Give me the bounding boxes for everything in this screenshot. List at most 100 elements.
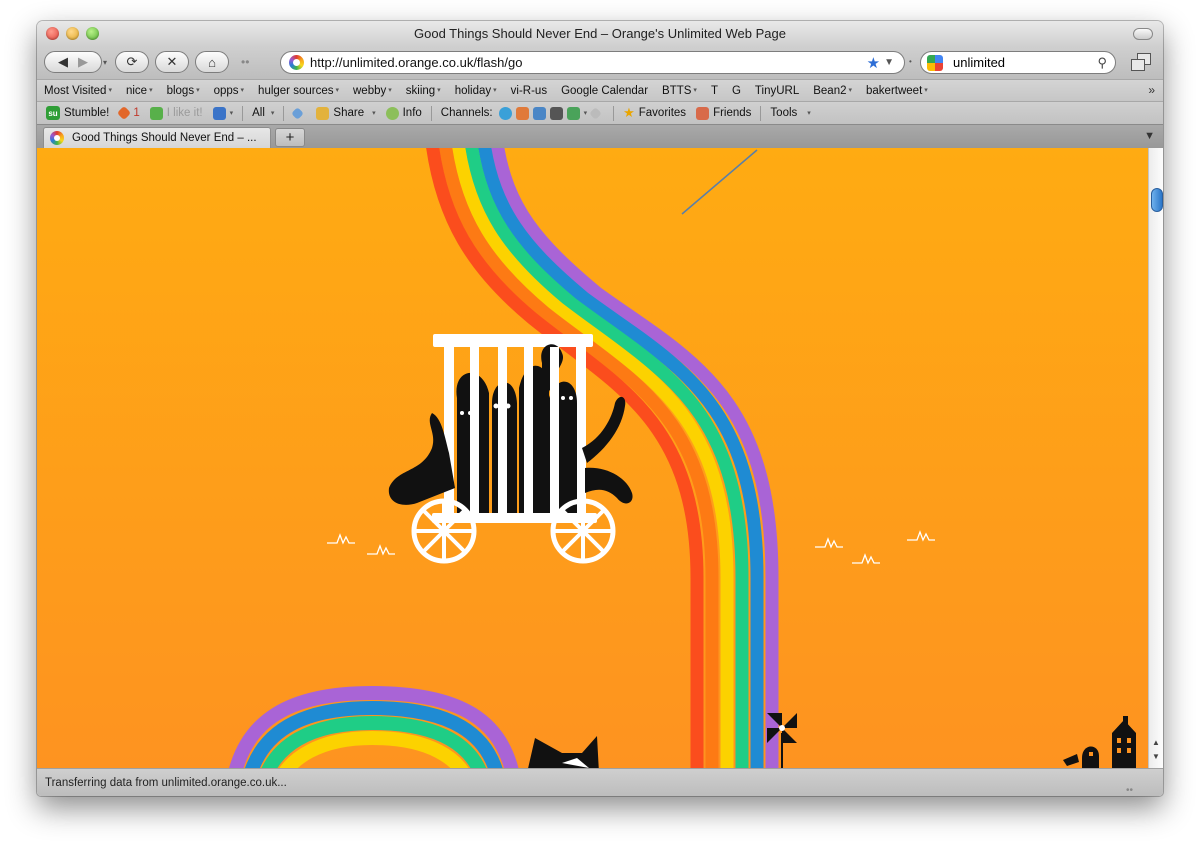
friends-icon — [696, 106, 710, 120]
friends-label: Friends — [713, 107, 752, 119]
share-button[interactable]: Share ▾ — [311, 106, 380, 120]
news-channel-icon[interactable] — [566, 106, 580, 120]
toolbar-separator — [430, 105, 432, 121]
title-bar: Good Things Should Never End – Orange's … — [37, 21, 1163, 47]
share-label: Share — [333, 107, 365, 119]
close-window-button[interactable] — [46, 27, 59, 40]
history-dropdown-icon[interactable]: ▾ — [103, 58, 107, 67]
page-content[interactable]: ▲ ▼ — [37, 148, 1163, 768]
flash-scene[interactable] — [37, 148, 1163, 768]
zoom-window-button[interactable] — [86, 27, 99, 40]
back-forward-button[interactable]: ◀ ▶ — [44, 51, 102, 73]
address-bar[interactable]: http://unlimited.orange.co.uk/flash/go ★… — [280, 51, 905, 74]
window-title: Good Things Should Never End – Orange's … — [414, 26, 786, 41]
tools-dropdown[interactable]: Tools ▾ — [765, 107, 815, 119]
reload-button[interactable]: ⟳ — [115, 51, 149, 73]
search-input[interactable]: unlimited — [953, 55, 1097, 70]
scrollbar-thumb[interactable] — [1151, 188, 1163, 212]
toolbar-toggle-button[interactable] — [1133, 28, 1153, 40]
stumble-button[interactable]: su Stumble! — [37, 106, 114, 120]
video-channel-icon[interactable] — [549, 106, 563, 120]
browser-window: Good Things Should Never End – Orange's … — [37, 21, 1163, 796]
bookmark-folder-dropdown-icon: ▾ — [240, 87, 245, 95]
bookmark-item[interactable]: holiday ▾ — [448, 85, 504, 97]
thumbs-up-icon — [149, 106, 163, 120]
list-all-tabs-icon[interactable]: ▼ — [1144, 130, 1155, 142]
tools-label: Tools — [770, 107, 798, 119]
home-button[interactable]: ⌂ — [195, 51, 229, 73]
all-dropdown-icon: ▾ — [270, 110, 275, 117]
thumbs-counter[interactable]: 1 — [114, 105, 144, 121]
bookmark-item[interactable]: webby ▾ — [346, 85, 399, 97]
search-bar[interactable]: unlimited ⚲ — [920, 51, 1116, 74]
tag-button[interactable] — [288, 106, 311, 120]
bookmark-item[interactable]: vi-R-us — [504, 85, 554, 97]
search-engine-icon[interactable] — [927, 54, 943, 71]
bookmark-item[interactable]: skiing ▾ — [399, 85, 448, 97]
back-arrow-icon[interactable]: ◀ — [58, 54, 68, 70]
bookmarks-toolbar: Most Visited ▾ nice ▾ blogs ▾ opps ▾ hulger sour… — [37, 79, 1163, 101]
bookmark-item[interactable]: TinyURL — [748, 85, 806, 97]
bookmark-item[interactable]: bakertweet ▾ — [859, 85, 935, 97]
like-it-label: I like it! — [166, 107, 203, 119]
stop-button[interactable]: ✕ — [155, 51, 189, 73]
toolbar-separator — [242, 105, 244, 121]
new-tab-button[interactable]: + — [275, 128, 305, 147]
bookmark-label: skiing — [405, 84, 436, 97]
bookmark-star-icon[interactable]: ★ — [867, 54, 880, 72]
toolbar-separator — [613, 105, 615, 121]
all-dropdown[interactable]: All ▾ — [247, 107, 279, 119]
bookmark-item[interactable]: T — [704, 85, 725, 97]
scroll-up-arrow-icon[interactable]: ▲ — [1152, 738, 1160, 747]
info-icon — [385, 106, 399, 120]
tab-view-icon[interactable] — [1131, 53, 1151, 71]
bookmark-item[interactable]: G — [725, 85, 748, 97]
vertical-scrollbar[interactable]: ▲ ▼ — [1148, 148, 1163, 768]
channels-dropdown-icon[interactable]: ▾ — [584, 109, 588, 117]
people-channel-icon[interactable] — [515, 106, 529, 120]
bookmark-item[interactable]: blogs ▾ — [160, 85, 207, 97]
status-bar: Transferring data from unlimited.orange.… — [37, 768, 1163, 796]
thumbs-down-dropdown-icon: ▾ — [229, 110, 234, 117]
window-controls — [46, 27, 99, 40]
search-divider-icon: • — [909, 57, 912, 66]
channel-tag-icon[interactable] — [589, 106, 602, 120]
url-input[interactable]: http://unlimited.orange.co.uk/flash/go — [310, 55, 867, 70]
navigation-toolbar: ◀ ▶ ▾ ⟳ ✕ ⌂ •• http://unlimited.orange.c… — [37, 47, 1163, 79]
thumbs-down-button[interactable]: ▾ — [208, 106, 239, 120]
channels-section: Channels: ▾ — [436, 106, 609, 120]
plus-icon: + — [285, 129, 295, 146]
more-bookmarks-chevron-icon[interactable]: » — [1148, 83, 1155, 97]
status-text: Transferring data from unlimited.orange.… — [45, 777, 287, 789]
bookmark-item[interactable]: Bean2 ▾ — [806, 85, 859, 97]
scroll-down-arrow-icon[interactable]: ▼ — [1152, 752, 1160, 761]
bookmark-item[interactable]: nice ▾ — [119, 85, 160, 97]
search-icon[interactable]: ⚲ — [1097, 55, 1107, 71]
info-button[interactable]: Info — [381, 106, 427, 120]
info-label: Info — [402, 107, 422, 119]
bookmark-item[interactable]: hulger sources ▾ — [251, 85, 346, 97]
bookmark-item[interactable]: BTTS ▾ — [655, 85, 704, 97]
stumbleupon-logo-icon: su — [46, 106, 60, 120]
bookmark-item[interactable]: Google Calendar — [554, 85, 655, 97]
bookmark-folder-dropdown-icon: ▾ — [108, 87, 112, 95]
bookmark-folder-dropdown-icon: ▾ — [437, 87, 441, 95]
tab-active[interactable]: Good Things Should Never End – ... — [43, 127, 271, 148]
minimize-window-button[interactable] — [66, 27, 79, 40]
url-dropdown-icon[interactable]: ▼ — [884, 57, 894, 68]
toolbar-separator — [283, 105, 285, 121]
bookmark-item[interactable]: opps ▾ — [207, 85, 251, 97]
favorites-button[interactable]: ★ Favorites — [618, 105, 691, 121]
globe-channel-icon[interactable] — [498, 106, 512, 120]
tools-dropdown-icon: ▾ — [807, 110, 811, 117]
photo-channel-icon[interactable] — [532, 106, 546, 120]
share-dropdown-icon: ▾ — [372, 110, 376, 117]
forward-arrow-icon[interactable]: ▶ — [78, 54, 88, 70]
bookmark-folder-dropdown-icon: ▾ — [196, 87, 200, 95]
like-it-button[interactable]: I like it! — [145, 106, 208, 120]
site-favicon-icon — [289, 55, 304, 70]
bookmark-item[interactable]: Most Visited ▾ — [37, 85, 119, 97]
friends-button[interactable]: Friends — [691, 106, 756, 120]
shooting-streak — [681, 149, 758, 215]
stumble-label: Stumble! — [64, 107, 110, 119]
